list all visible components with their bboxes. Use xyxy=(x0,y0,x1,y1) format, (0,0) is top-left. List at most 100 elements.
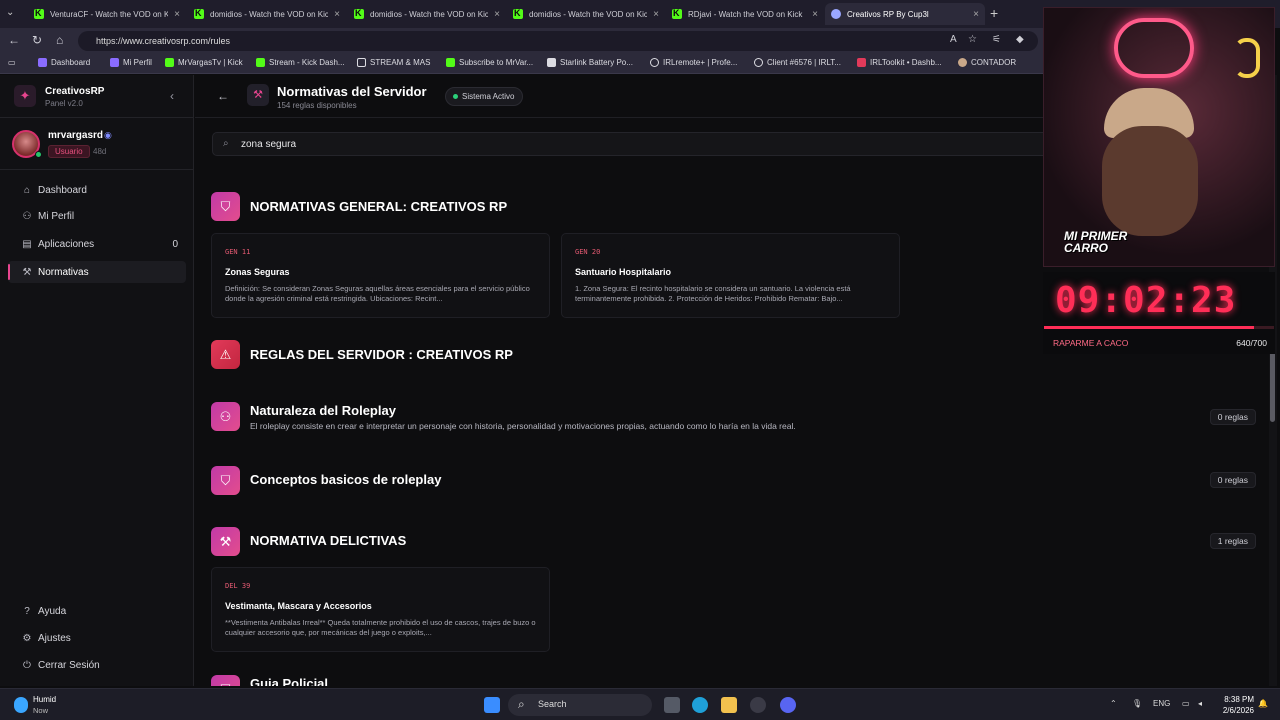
sidebar-item-ayuda[interactable]: ? Ayuda xyxy=(8,600,186,622)
rule-card[interactable]: GEN 11 Zonas Seguras Definición: Se cons… xyxy=(211,233,550,318)
bookmark-item[interactable]: Mi Perfil xyxy=(110,58,152,67)
back-arrow-icon[interactable]: ← xyxy=(217,89,229,103)
rule-code: GEN 11 xyxy=(225,248,251,256)
apps-icon[interactable]: ▭ xyxy=(8,58,16,67)
browser-tab[interactable]: RDjavi - Watch the VOD on Kick× xyxy=(666,3,824,25)
close-icon[interactable]: × xyxy=(812,9,818,20)
section-title[interactable]: Naturaleza del Roleplay xyxy=(250,403,396,418)
user-icon: ⚇ xyxy=(22,210,32,222)
kick-icon xyxy=(256,58,265,67)
bookmark-item[interactable]: Starlink Battery Po... xyxy=(547,58,633,67)
gear-icon: ⚙ xyxy=(22,632,32,644)
microphone-icon[interactable]: 🎙 xyxy=(1132,699,1142,708)
kick-icon xyxy=(194,8,204,19)
site-icon xyxy=(831,9,841,19)
volume-icon[interactable]: ◂ xyxy=(1198,699,1202,708)
extensions-icon[interactable]: ⚟ xyxy=(992,34,1001,45)
browser-tab-active[interactable]: Creativos RP By Cup3l × xyxy=(825,3,985,25)
tab-menu-icon[interactable]: ⌄ xyxy=(6,7,14,18)
goal-progress-fill xyxy=(1044,326,1255,329)
discord-icon[interactable] xyxy=(780,697,796,713)
sidebar-item-cerrar-sesion[interactable]: ⏻ Cerrar Sesión xyxy=(8,654,186,676)
bookmark-item[interactable]: Subscribe to MrVar... xyxy=(446,58,533,67)
collapse-sidebar-icon[interactable]: ‹ xyxy=(170,89,174,103)
neon-banana xyxy=(1234,38,1260,78)
close-icon[interactable]: × xyxy=(494,9,500,20)
brand-name: CreativosRP xyxy=(45,86,105,97)
bookmark-item[interactable]: IRLToolkit • Dashb... xyxy=(857,58,942,67)
edge-icon[interactable] xyxy=(692,697,708,713)
new-tab-icon[interactable]: + xyxy=(990,5,998,21)
weather-text[interactable]: Humid xyxy=(33,695,56,704)
browser-tab[interactable]: domidios - Watch the VOD on Kick× xyxy=(507,3,665,25)
rule-count-badge: 0 reglas xyxy=(1209,409,1256,425)
browser-tab[interactable]: VenturaCF - Watch the VOD on Kick× xyxy=(28,3,186,25)
read-aloud-icon[interactable]: A xyxy=(950,34,957,45)
users-icon: ⚇ xyxy=(211,402,240,431)
clock-time[interactable]: 8:38 PM xyxy=(1214,695,1254,704)
bookmark-item[interactable]: MrVargasTv | Kick xyxy=(165,58,243,67)
section-title[interactable]: Conceptos basicos de roleplay xyxy=(250,472,441,487)
section-title[interactable]: NORMATIVAS GENERAL: CREATIVOS RP xyxy=(250,199,507,214)
bookmark-item[interactable]: Client #6576 | IRLT... xyxy=(754,58,841,67)
taskbar-search[interactable]: Search xyxy=(508,694,652,716)
back-icon[interactable]: ← xyxy=(8,33,20,47)
section-title[interactable]: Guia Policial xyxy=(250,676,328,686)
sidebar-item-aplicaciones[interactable]: ▤ Aplicaciones 0 xyxy=(8,233,186,255)
task-view-icon[interactable] xyxy=(664,697,680,713)
rule-count-badge: 1 reglas xyxy=(1209,533,1256,549)
shield-icon: ⛉ xyxy=(211,192,240,221)
home-icon[interactable]: ⌂ xyxy=(56,33,63,47)
scrollbar-thumb[interactable] xyxy=(1270,350,1275,422)
app-icon[interactable] xyxy=(750,697,766,713)
status-badge: Sistema Activo xyxy=(445,87,524,106)
online-status-dot xyxy=(35,151,42,158)
sidebar-item-normativas[interactable]: ⚒ Normativas xyxy=(8,261,186,283)
network-icon[interactable]: ▭ xyxy=(1182,699,1190,708)
tray-overflow-icon[interactable]: ⌃ xyxy=(1110,699,1117,708)
reload-icon[interactable]: ↻ xyxy=(32,33,42,47)
section-title[interactable]: NORMATIVA DELICTIVAS xyxy=(250,533,406,548)
weather-icon[interactable] xyxy=(14,697,28,713)
timer-widget: 09:02:23 RAPARME A CACO 640/700 xyxy=(1043,272,1275,354)
bookmark-item[interactable]: IRLremote+ | Profe... xyxy=(650,58,737,67)
rule-description: **Vestimenta Antibalas Irreal** Queda to… xyxy=(225,618,536,637)
help-icon: ? xyxy=(24,605,30,617)
url-input[interactable]: https://www.creativosrp.com/rules xyxy=(78,31,1038,51)
close-icon[interactable]: × xyxy=(174,9,180,20)
favorite-star-icon[interactable]: ☆ xyxy=(968,34,977,45)
notification-icon[interactable]: 🔔 xyxy=(1258,699,1268,708)
extension-diamond-icon[interactable]: ◆ xyxy=(1016,34,1024,45)
home-icon: ⌂ xyxy=(23,184,31,196)
webcam-overlay: MI PRIMER CARRO xyxy=(1043,7,1275,267)
bookmark-item[interactable]: Stream - Kick Dash... xyxy=(256,58,345,67)
kick-icon xyxy=(165,58,174,67)
windows-start-icon[interactable] xyxy=(484,697,500,713)
page-subtitle: 154 reglas disponibles xyxy=(277,101,357,110)
globe-icon xyxy=(754,58,763,67)
bookmark-icon xyxy=(38,58,47,67)
close-icon[interactable]: × xyxy=(653,9,659,20)
bookmark-item[interactable]: CONTADOR xyxy=(958,58,1016,67)
browser-tab[interactable]: domidios - Watch the VOD on Kick× xyxy=(348,3,506,25)
close-icon[interactable]: × xyxy=(973,9,979,20)
file-explorer-icon[interactable] xyxy=(721,697,737,713)
language-indicator[interactable]: ENG xyxy=(1153,699,1170,708)
sidebar-item-dashboard[interactable]: ⌂ Dashboard xyxy=(8,179,186,201)
rule-card[interactable]: GEN 20 Santuario Hospitalario 1. Zona Se… xyxy=(561,233,900,318)
bookmark-item[interactable]: STREAM & MAS xyxy=(357,58,430,67)
kick-icon xyxy=(446,58,455,67)
overlay-label-line: CARRO xyxy=(1064,241,1108,255)
timer: 09:02:23 xyxy=(1055,280,1237,321)
browser-tab[interactable]: domidios - Watch the VOD on Kick× xyxy=(188,3,346,25)
bookmark-item[interactable]: Dashboard xyxy=(38,58,90,67)
rule-description: Definición: Se consideran Zonas Seguras … xyxy=(225,284,530,303)
sidebar-item-ajustes[interactable]: ⚙ Ajustes xyxy=(8,627,186,649)
section-title[interactable]: REGLAS DEL SERVIDOR : CREATIVOS RP xyxy=(250,347,513,362)
close-icon[interactable]: × xyxy=(334,9,340,20)
shield-icon: ⛉ xyxy=(211,466,240,495)
sidebar-item-mi-perfil[interactable]: ⚇ Mi Perfil xyxy=(8,205,186,227)
rule-card[interactable]: DEL 39 Vestimanta, Mascara y Accesorios … xyxy=(211,567,550,652)
clock-date[interactable]: 2/6/2026 xyxy=(1214,706,1254,715)
rule-description: 1. Zona Segura: El recinto hospitalario … xyxy=(575,284,851,303)
